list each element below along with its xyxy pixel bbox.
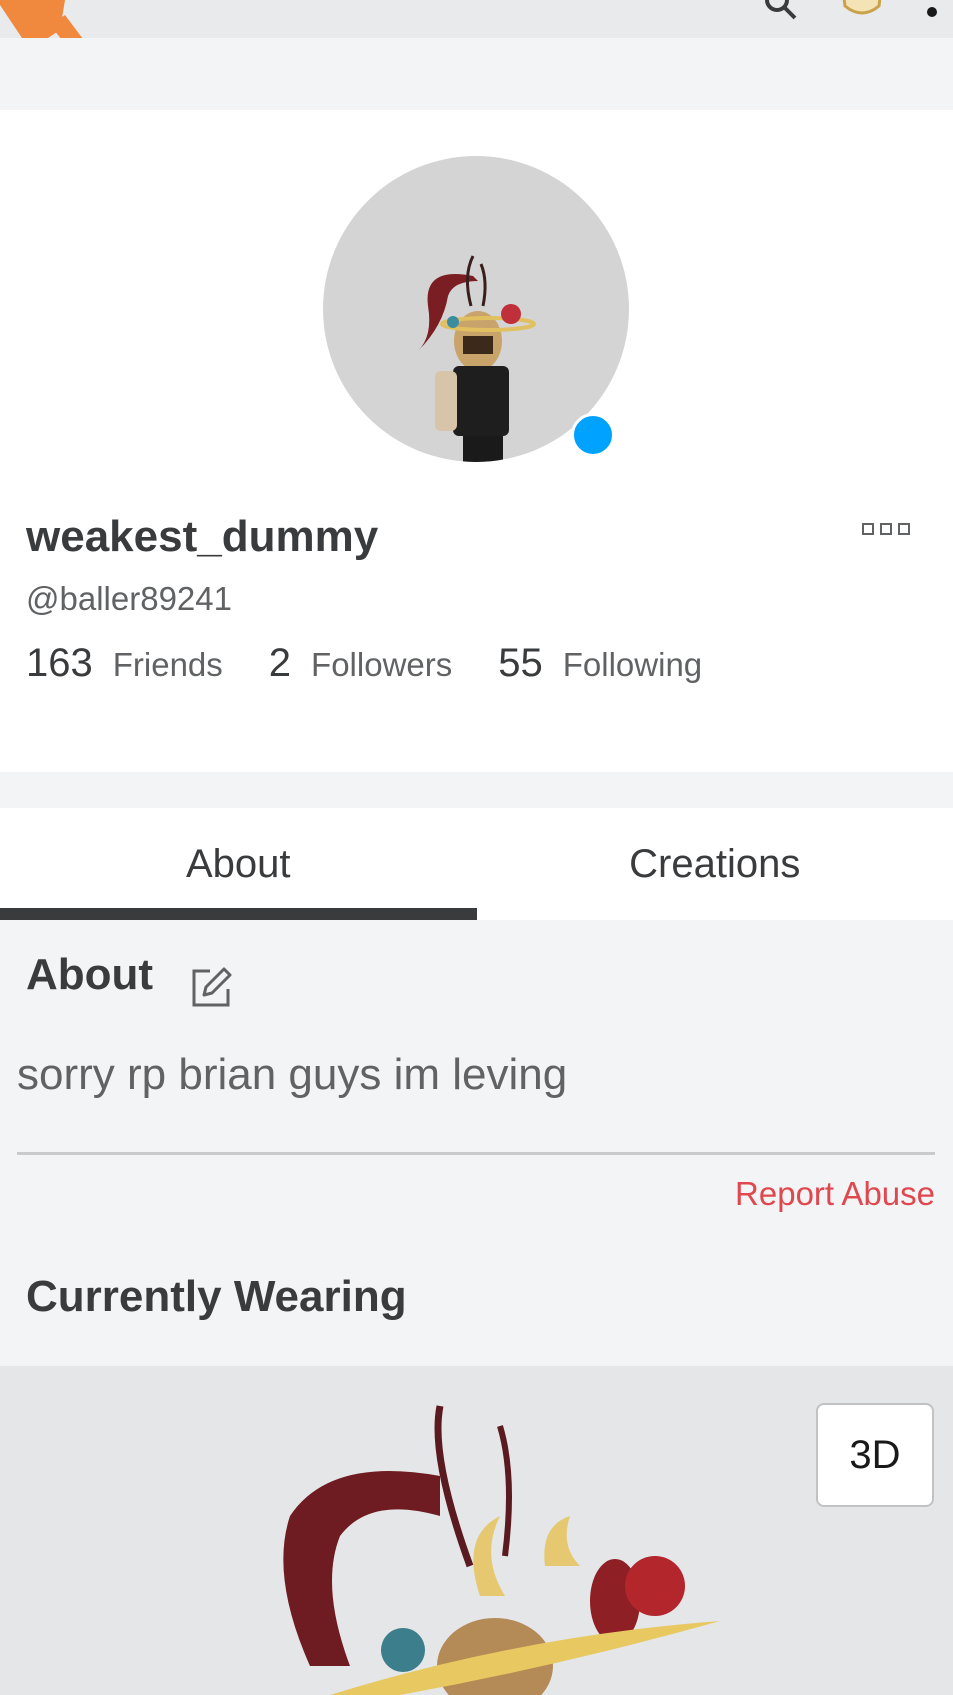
section-spacer [0, 772, 953, 808]
followers-label: Followers [311, 646, 453, 683]
top-nav-bar [0, 0, 953, 65]
followers-count: 2 [268, 641, 292, 685]
more-horizontal-icon [898, 523, 910, 535]
more-horizontal-icon [880, 523, 892, 535]
friends-label: Friends [112, 646, 223, 683]
profile-stats: 163 Friends 2 Followers 55 Following [26, 641, 748, 686]
profile-tabs: About Creations [0, 808, 953, 920]
following-label: Following [562, 646, 703, 683]
tab-creations[interactable]: Creations [477, 808, 953, 920]
more-options-button[interactable] [862, 518, 918, 540]
edit-icon[interactable] [188, 965, 234, 1011]
username: @baller89241 [26, 580, 232, 617]
currently-wearing-heading: Currently Wearing [26, 1272, 407, 1321]
shield-icon[interactable] [839, 0, 885, 22]
avatar-preview-figure [283, 1405, 720, 1695]
sub-bar [0, 38, 953, 110]
followers-stat[interactable]: 2 Followers [269, 641, 452, 686]
about-heading: About [26, 950, 154, 999]
friends-stat[interactable]: 163 Friends [26, 641, 223, 686]
search-icon[interactable] [763, 0, 799, 22]
following-count: 55 [498, 641, 543, 685]
about-description: sorry rp brian guys im leving [17, 1050, 568, 1099]
display-name: weakest_dummy [26, 512, 379, 561]
avatar-preview-panel[interactable] [0, 1366, 953, 1695]
toggle-3d-button[interactable]: 3D [816, 1403, 934, 1507]
following-stat[interactable]: 55 Following [498, 641, 702, 686]
tab-about[interactable]: About [0, 808, 477, 920]
divider [17, 1152, 935, 1155]
more-horizontal-icon [862, 523, 874, 535]
friends-count: 163 [26, 641, 93, 685]
online-presence-indicator [571, 413, 615, 457]
more-vertical-icon[interactable] [925, 0, 939, 22]
report-abuse-link[interactable]: Report Abuse [735, 1175, 935, 1213]
